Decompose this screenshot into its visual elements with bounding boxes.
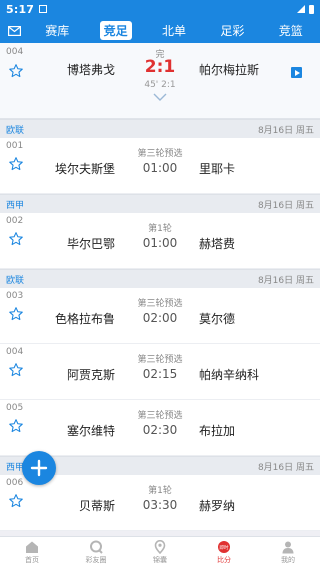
chevron-down-icon[interactable] <box>153 93 167 101</box>
match-round: 第三轮预选 <box>137 149 183 159</box>
bottom-nav: 首页 彩友圈 锦囊 即时 比分 我的 <box>0 536 320 568</box>
match-time: 01:00 <box>142 236 178 250</box>
tab-beidan[interactable]: 北单 <box>158 21 190 40</box>
match-round: 第1轮 <box>148 224 172 234</box>
add-button[interactable] <box>22 451 56 485</box>
sport-tabs: 赛库 竞足 北单 足彩 竞篮 <box>28 21 320 40</box>
league-name: 西甲 <box>6 200 25 211</box>
match-row[interactable]: 002 第1轮 毕尔巴鄂 01:00 赫塔费 <box>0 213 320 269</box>
signal-icon <box>297 5 305 13</box>
away-team: 帕尔梅拉斯 <box>199 63 260 77</box>
nav-scores[interactable]: 即时 比分 <box>192 537 256 568</box>
nav-label: 首页 <box>25 556 39 564</box>
league-name: 欧联 <box>6 275 25 286</box>
league-header: 欧联 8月16日 周五 <box>0 269 320 288</box>
top-nav-bar: 赛库 竞足 北单 足彩 竞篮 <box>0 18 320 43</box>
plus-icon <box>30 459 48 477</box>
match-round: 第三轮预选 <box>137 299 183 309</box>
scoreboard-icon: 即时 <box>218 541 230 553</box>
tab-jingzu[interactable]: 竞足 <box>99 21 132 40</box>
match-round: 第1轮 <box>148 486 172 496</box>
mail-button[interactable] <box>0 18 28 43</box>
match-row[interactable]: 001 第三轮预选 埃尔夫斯堡 01:00 里耶卡 <box>0 138 320 194</box>
tab-saiku[interactable]: 赛库 <box>41 21 73 40</box>
match-row[interactable]: 003 第三轮预选 色格拉布鲁 02:00 莫尔德 <box>0 288 320 344</box>
finished-match-card[interactable]: 004 完 博塔弗戈 2:1 帕尔梅拉斯 45' 2:1 <box>0 43 320 119</box>
away-team: 赫塔费 <box>199 237 236 251</box>
nav-label: 比分 <box>217 556 231 564</box>
half-time-score: 45' 2:1 <box>144 80 176 90</box>
league-date: 8月16日 周五 <box>257 275 314 286</box>
video-play-icon[interactable] <box>291 67 302 78</box>
nav-label: 彩友圈 <box>85 556 107 564</box>
status-bar: 5:17 <box>0 0 320 18</box>
chat-icon <box>90 540 103 554</box>
match-row[interactable]: 004 第三轮预选 阿贾克斯 02:15 帕纳辛纳科 <box>0 344 320 400</box>
tab-zucai[interactable]: 足彩 <box>216 21 248 40</box>
match-row[interactable]: 005 第三轮预选 塞尔维特 02:30 布拉加 <box>0 400 320 456</box>
status-time: 5:17 <box>6 2 35 16</box>
league-header: 西甲 8月16日 周五 <box>0 194 320 213</box>
location-pin-icon <box>154 540 166 554</box>
away-team: 赫罗纳 <box>199 499 236 513</box>
match-round: 第三轮预选 <box>137 411 183 421</box>
mail-icon <box>7 25 21 36</box>
nav-label: 锦囊 <box>153 556 167 564</box>
nav-community[interactable]: 彩友圈 <box>64 537 128 568</box>
nav-tips[interactable]: 锦囊 <box>128 537 192 568</box>
tab-jinglan[interactable]: 竞篮 <box>275 21 307 40</box>
away-team: 布拉加 <box>199 424 236 438</box>
nav-home[interactable]: 首页 <box>0 537 64 568</box>
league-name: 欧联 <box>6 125 25 136</box>
nav-profile[interactable]: 我的 <box>256 537 320 568</box>
match-time: 01:00 <box>142 161 178 175</box>
home-icon <box>26 541 38 553</box>
notification-icon <box>39 5 48 13</box>
status-icons <box>297 4 314 14</box>
match-score: 2:1 <box>144 57 176 77</box>
away-team: 莫尔德 <box>199 312 236 326</box>
match-time: 02:30 <box>142 423 178 437</box>
league-date: 8月16日 周五 <box>257 462 314 473</box>
match-time: 02:15 <box>142 367 178 381</box>
league-date: 8月16日 周五 <box>257 200 314 211</box>
away-team: 帕纳辛纳科 <box>199 368 260 382</box>
match-time: 02:00 <box>142 311 178 325</box>
match-row[interactable]: 006 第1轮 贝蒂斯 03:30 赫罗纳 <box>0 475 320 531</box>
nav-label: 我的 <box>281 556 295 564</box>
match-round: 第三轮预选 <box>137 355 183 365</box>
user-icon <box>282 541 294 554</box>
league-date: 8月16日 周五 <box>257 125 314 136</box>
match-time: 03:30 <box>142 498 178 512</box>
battery-icon <box>309 4 314 14</box>
nav-badge: 即时 <box>219 544 229 551</box>
league-header: 欧联 8月16日 周五 <box>0 119 320 138</box>
away-team: 里耶卡 <box>199 162 236 176</box>
